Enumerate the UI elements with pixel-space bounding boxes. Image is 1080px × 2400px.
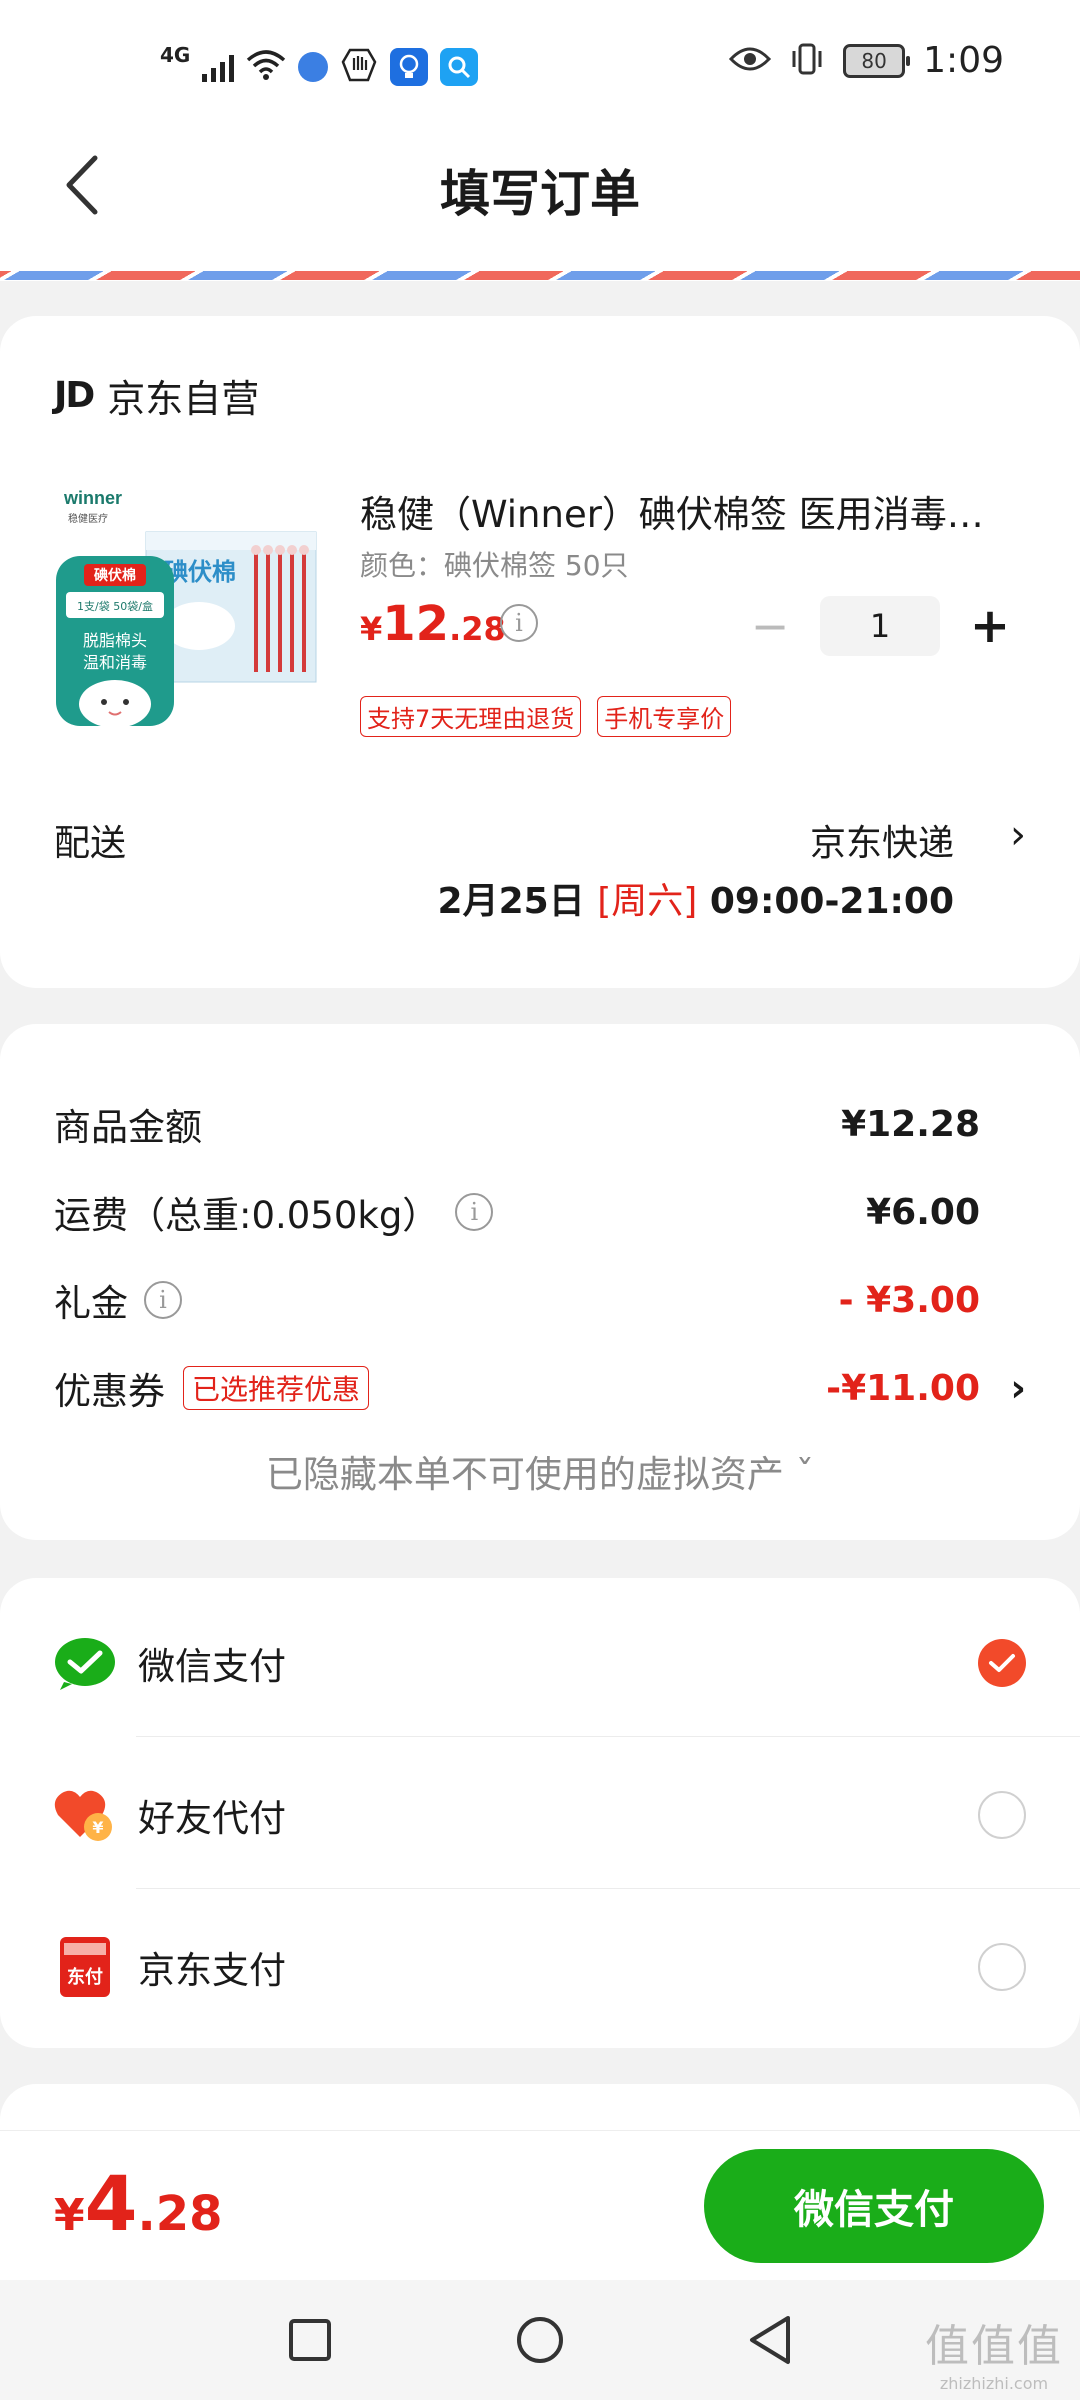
- hand-icon: [340, 46, 378, 88]
- product-brand-text: winner: [63, 488, 122, 508]
- friend-pay-icon: ¥: [54, 1784, 116, 1846]
- top-nav: 填写订单: [0, 130, 1080, 245]
- coupon-value: -¥11.00: [826, 1367, 980, 1409]
- product-info[interactable]: 稳健（Winner）碘伏棉签 医用消毒棉棒 颜色：碘伏棉签 50只: [360, 484, 1020, 584]
- status-icons-right: 80 1:09: [729, 40, 1004, 81]
- battery-icon: 80: [843, 43, 911, 78]
- wechat-pay-icon: [54, 1632, 116, 1694]
- payment-divider: [136, 1888, 1080, 1889]
- product-price-row: ¥12.28 i − 1 +: [360, 596, 1020, 666]
- payment-option-friend[interactable]: ¥ 好友代付: [54, 1760, 1026, 1870]
- submit-payment-button[interactable]: 微信支付: [704, 2149, 1044, 2263]
- shop-name: 京东自营: [107, 377, 260, 421]
- product-title[interactable]: 稳健（Winner）碘伏棉签 医用消毒棉棒: [360, 484, 1020, 538]
- coupon-recommended-tag: 已选推荐优惠: [183, 1366, 370, 1410]
- shop-header: JD 京东自营: [54, 368, 259, 423]
- watermark-mark: 值值值: [925, 2321, 1063, 2372]
- page-title: 填写订单: [440, 165, 640, 223]
- gift-cash-value: - ¥3.00: [838, 1279, 980, 1321]
- payment-label-jd: 京东支付: [138, 1949, 286, 1992]
- shipping-date: 2月25日: [437, 881, 598, 922]
- pouch-line1-text: 脱脂棉头: [83, 631, 147, 650]
- goods-amount-label: 商品金额: [54, 1106, 202, 1149]
- app-notification-icon: [298, 52, 329, 82]
- square-icon: [289, 2319, 331, 2361]
- bulb-app-icon: [390, 48, 429, 86]
- coupon-row[interactable]: 优惠券 已选推荐优惠 -¥11.00 ›: [54, 1358, 1026, 1418]
- friend-pay-icon-text: ¥: [92, 1818, 103, 1837]
- circle-icon: [517, 2317, 563, 2363]
- shipping-weekday: [周六]: [597, 881, 698, 922]
- payment-radio-jd[interactable]: [978, 1943, 1026, 1991]
- mobile-price-tag: 手机专享价: [597, 696, 732, 737]
- status-icons-left: 4G: [160, 43, 479, 88]
- return-policy-tag: 支持7天无理由退货: [360, 696, 582, 737]
- coupon-label: 优惠券: [54, 1370, 165, 1413]
- jd-pay-icon: 东付: [54, 1936, 116, 1998]
- checkmark-icon: [989, 1654, 1015, 1672]
- gift-cash-row: 礼金 i - ¥3.00: [54, 1270, 1026, 1330]
- payment-label-friend: 好友代付: [138, 1797, 286, 1840]
- watermark-url: zhizhizhi.com: [939, 2374, 1049, 2393]
- payment-option-jd[interactable]: 东付 京东支付: [54, 1912, 1026, 2022]
- product-price: ¥12.28: [360, 596, 506, 652]
- watermark: 值值值 zhizhizhi.com: [924, 2310, 1064, 2393]
- signal-icon: [202, 52, 235, 82]
- home-button[interactable]: [510, 2310, 570, 2370]
- triangle-back-icon: [750, 2316, 790, 2364]
- shipping-label: 配送: [54, 823, 127, 864]
- freight-row: 运费（总重:0.050kg） i ¥6.00: [54, 1182, 1026, 1242]
- jd-logo: JD: [54, 375, 95, 416]
- price-info-icon[interactable]: i: [500, 604, 538, 642]
- payment-option-wechat[interactable]: 微信支付: [54, 1608, 1026, 1718]
- network-type: 4G: [160, 43, 191, 67]
- search-app-icon: [440, 48, 479, 86]
- payment-label-wechat: 微信支付: [138, 1645, 286, 1688]
- address-border-decoration: [0, 245, 1080, 281]
- eye-icon: [729, 45, 772, 77]
- checkout-bar: ¥4.28 微信支付: [0, 2130, 1080, 2280]
- product-tags: 支持7天无理由退货 手机专享价: [360, 696, 732, 737]
- quantity-stepper: − 1 +: [740, 596, 1020, 656]
- product-image[interactable]: winner 稳健医疗 碘伏棉 碘伏棉 1支/袋 50袋/盒 脱脂棉头 温和消毒: [54, 476, 324, 746]
- quantity-decrease-button[interactable]: −: [740, 596, 800, 656]
- recent-apps-button[interactable]: [280, 2310, 340, 2370]
- pouch-badge-text: 碘伏棉: [93, 567, 136, 584]
- vibrate-icon: [789, 41, 825, 81]
- price-detail-card: 商品金额 ¥12.28 运费（总重:0.050kg） i ¥6.00 礼金 i …: [0, 1024, 1080, 1540]
- coupon-chevron-icon[interactable]: ›: [1010, 1366, 1026, 1410]
- payment-radio-friend[interactable]: [978, 1791, 1026, 1839]
- jd-pay-icon-text: 东付: [67, 1966, 103, 1988]
- shipping-time-range: 09:00-21:00: [697, 881, 954, 922]
- pouch-line2-text: 温和消毒: [83, 653, 147, 672]
- status-bar: 4G 80 1:09: [0, 0, 1080, 130]
- clock: 1:09: [923, 40, 1004, 81]
- wifi-icon: [246, 48, 286, 86]
- gift-cash-info-icon[interactable]: i: [144, 1281, 182, 1319]
- goods-amount-row: 商品金额 ¥12.28: [54, 1094, 1026, 1154]
- product-brand-cn-text: 稳健医疗: [68, 512, 108, 525]
- quantity-increase-button[interactable]: +: [960, 596, 1020, 656]
- shipping-chevron-icon[interactable]: ›: [1010, 812, 1026, 858]
- hidden-assets-toggle[interactable]: 已隐藏本单不可使用的虚拟资产 ˇ: [0, 1444, 1080, 1498]
- gift-cash-label: 礼金: [54, 1282, 128, 1325]
- product-spec: 颜色：碘伏棉签 50只: [360, 549, 629, 582]
- payment-method-card: 微信支付 ¥ 好友代付 东付 京东支付: [0, 1578, 1080, 2048]
- freight-label: 运费（总重:0.050kg）: [54, 1194, 440, 1237]
- order-total: ¥4.28: [54, 2159, 223, 2248]
- quantity-input[interactable]: 1: [820, 596, 940, 656]
- shipping-time[interactable]: 2月25日 [周六] 09:00-21:00: [438, 872, 954, 924]
- freight-value: ¥6.00: [866, 1191, 980, 1233]
- goods-amount-value: ¥12.28: [841, 1103, 980, 1145]
- product-box-label: 碘伏棉: [164, 558, 236, 586]
- back-nav-button[interactable]: [740, 2310, 800, 2370]
- freight-info-icon[interactable]: i: [455, 1193, 494, 1231]
- payment-radio-wechat[interactable]: [978, 1639, 1026, 1687]
- order-item-card: JD 京东自营 winner 稳健医疗 碘伏棉 碘伏棉 1支/袋 50袋/盒 脱…: [0, 316, 1080, 988]
- pouch-spec-text: 1支/袋 50袋/盒: [77, 599, 153, 613]
- system-nav-bar: [0, 2280, 1080, 2400]
- payment-divider: [136, 1736, 1080, 1737]
- shipping-carrier[interactable]: 京东快递: [810, 814, 954, 866]
